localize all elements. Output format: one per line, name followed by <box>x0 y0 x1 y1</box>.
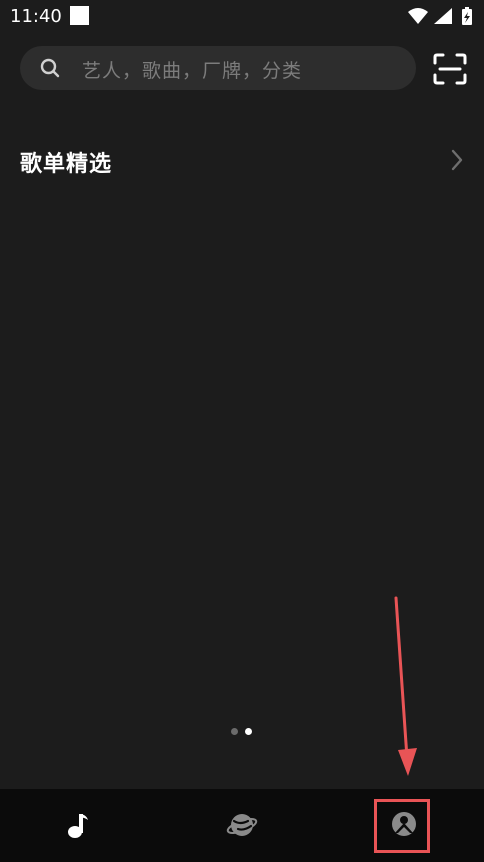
scan-icon[interactable] <box>432 52 468 86</box>
carousel-page-indicator <box>230 728 260 738</box>
annotation-highlight-box <box>374 799 430 853</box>
page-dot-active <box>245 728 252 735</box>
status-icons <box>408 7 472 25</box>
battery-icon <box>462 7 472 25</box>
music-note-icon <box>68 814 88 838</box>
page-dot <box>231 728 238 735</box>
annotation-arrow <box>394 596 417 776</box>
chevron-right-icon <box>451 149 463 171</box>
status-bar: 11:40 <box>0 0 484 34</box>
search-input[interactable]: 艺人，歌曲，厂牌，分类 <box>20 46 416 90</box>
search-placeholder: 艺人，歌曲，厂牌，分类 <box>82 60 303 82</box>
wifi-icon <box>408 8 428 24</box>
signal-icon <box>434 8 452 24</box>
notification-icon <box>70 6 89 25</box>
section-title: 歌单精选 <box>20 152 113 177</box>
search-icon <box>40 58 60 78</box>
planet-icon <box>226 814 258 836</box>
nav-tab-music[interactable] <box>30 789 130 862</box>
app-screen: 11:40 艺人，歌曲，厂牌，分类 歌单精选 <box>0 0 484 862</box>
status-time: 11:40 <box>10 6 62 27</box>
nav-tab-explore[interactable] <box>192 789 292 862</box>
playlist-section-header[interactable]: 歌单精选 <box>0 136 484 186</box>
